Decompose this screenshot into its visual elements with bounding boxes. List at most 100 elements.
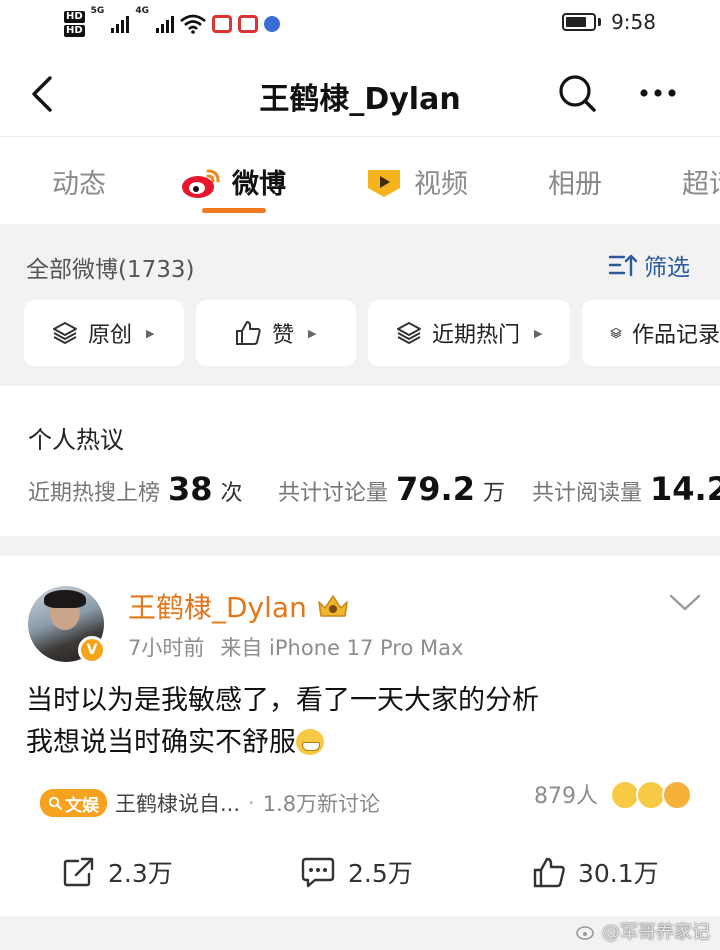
stat-value: 14.2: [650, 470, 720, 508]
search-small-icon: [48, 796, 62, 810]
status-time: 9:58: [611, 10, 656, 34]
divider: [0, 136, 720, 137]
hd-indicator: HD HD: [64, 11, 85, 37]
reaction-people-count: 879人: [534, 784, 598, 809]
layers-icon: [53, 322, 77, 345]
topic-name: 王鹤棣说自...: [115, 792, 241, 816]
watermark: @军哥养家记: [576, 918, 710, 944]
battery-icon: [562, 13, 597, 31]
stat-value: 79.2: [396, 470, 475, 508]
chip-arrow-icon: ▶: [534, 326, 543, 340]
like-count: 30.1万: [578, 859, 659, 888]
all-weibo-count: 全部微博(1733): [26, 257, 195, 283]
chevron-down-icon[interactable]: [668, 592, 702, 614]
topic-badge: 文娱: [40, 789, 107, 817]
layers-icon: [397, 322, 421, 345]
nav-bar: 王鹤棣_Dylan: [0, 56, 720, 134]
weibo-post[interactable]: V 王鹤棣_Dylan 7小时前 来自 iPhone 17 Pro Max 当时…: [0, 556, 720, 916]
chip-works[interactable]: 作品记录: [582, 300, 720, 366]
like-button[interactable]: 30.1万: [532, 854, 659, 890]
tab-supertopic[interactable]: 超话: [682, 162, 720, 201]
post-time: 7小时前: [128, 636, 205, 660]
tab-label: 相册: [548, 169, 602, 200]
stat-value: 38: [168, 470, 213, 508]
app-notification-icon: [237, 15, 258, 33]
post-line: 我想说当时确实不舒服: [26, 727, 296, 758]
stat-reads[interactable]: 共计阅读量 14.2: [532, 470, 720, 508]
share-icon: [63, 857, 94, 887]
post-actions: 2.3万 2.5万 30.1万: [0, 846, 720, 896]
tab-album[interactable]: 相册: [548, 162, 602, 201]
signal2-label: 4G: [135, 6, 149, 16]
signal1-label: 5G: [90, 6, 105, 16]
stat-hot-search[interactable]: 近期热搜上榜 38 次: [28, 470, 243, 508]
post-line: 当时以为是我敏感了，看了一天大家的分析: [26, 685, 539, 716]
status-bar: HD HD 5G 4G 9:58: [0, 0, 720, 50]
thumbs-up-icon: [236, 321, 261, 345]
stat-unit: 万: [482, 481, 505, 506]
chip-arrow-icon: ▶: [308, 326, 317, 340]
hd-top-label: HD: [64, 11, 85, 23]
vip-crown-icon: [318, 595, 348, 617]
active-tab-indicator: [202, 208, 266, 213]
repost-count: 2.3万: [108, 859, 173, 888]
stat-label: 近期热搜上榜: [28, 481, 161, 506]
topic-row[interactable]: 文娱 王鹤棣说自... · 1.8万新讨论: [40, 788, 380, 818]
weibo-watermark-icon: [576, 926, 594, 940]
repost-button[interactable]: 2.3万: [62, 854, 173, 890]
chip-label: 近期热门: [432, 323, 521, 348]
status-icons-right: 9:58: [562, 10, 656, 34]
tab-weibo[interactable]: 微博: [180, 162, 286, 201]
hot-section-title: 个人热议: [28, 426, 124, 454]
emoji-icon: [662, 780, 692, 810]
page-title: 王鹤棣_Dylan: [259, 82, 461, 117]
comment-count: 2.5万: [348, 859, 413, 888]
section-gap: [0, 536, 720, 556]
post-meta: 7小时前 来自 iPhone 17 Pro Max: [128, 632, 463, 662]
weibo-logo-icon: [182, 169, 220, 198]
topic-count: 1.8万新讨论: [262, 792, 381, 816]
topic-badge-label: 文娱: [65, 795, 99, 816]
signal-bars-icon: [111, 15, 130, 33]
hd-bottom-label: HD: [64, 25, 85, 37]
topic-separator: ·: [248, 791, 255, 815]
author-name: 王鹤棣_Dylan: [128, 591, 307, 624]
watermark-text: @军哥养家记: [602, 922, 710, 943]
filter-button[interactable]: 筛选: [608, 248, 690, 282]
chip-likes[interactable]: 赞 ▶: [196, 300, 356, 366]
chip-recent-hot[interactable]: 近期热门 ▶: [368, 300, 570, 366]
stat-label: 共计阅读量: [532, 481, 643, 506]
stat-discussion[interactable]: 共计讨论量 79.2 万: [278, 470, 505, 508]
status-icons-left: HD HD 5G 4G: [64, 6, 280, 42]
post-author[interactable]: 王鹤棣_Dylan: [128, 586, 351, 626]
tab-label: 视频: [414, 169, 468, 200]
chip-original[interactable]: 原创 ▶: [24, 300, 184, 366]
battery-tip: [598, 18, 602, 26]
tab-label: 超话: [682, 169, 720, 200]
personal-hot-section: 个人热议 近期热搜上榜 38 次 共计讨论量 79.2 万 共计阅读量 14.2: [0, 386, 720, 536]
tab-dongtai[interactable]: 动态: [52, 162, 106, 201]
app-notification-icon: [211, 15, 232, 33]
grin-emoji-icon: [296, 729, 324, 755]
chip-label: 赞: [272, 323, 295, 348]
search-icon[interactable]: [556, 72, 598, 114]
stat-label: 共计讨论量: [278, 481, 389, 506]
wifi-icon: [180, 14, 206, 34]
more-icon[interactable]: [636, 76, 680, 110]
filter-section: 全部微博(1733) 筛选 原创 ▶ 赞 ▶ 近期热门 ▶ 作品记录: [0, 224, 720, 386]
video-logo-icon: [368, 169, 400, 197]
tab-video[interactable]: 视频: [364, 162, 468, 201]
comment-icon: [301, 857, 335, 888]
reaction-emojis[interactable]: [610, 780, 694, 810]
stat-unit: 次: [220, 481, 243, 506]
chip-label: 作品记录: [631, 323, 720, 348]
tab-label: 微博: [232, 169, 286, 200]
avatar[interactable]: V: [28, 586, 106, 664]
post-source: 来自 iPhone 17 Pro Max: [220, 636, 464, 660]
layers-icon: [610, 327, 622, 339]
app-notification-icon: [263, 16, 280, 32]
signal-bars-icon: [155, 15, 174, 33]
verified-badge-icon: V: [78, 636, 106, 664]
comment-button[interactable]: 2.5万: [300, 854, 413, 890]
tab-label: 动态: [52, 169, 106, 200]
